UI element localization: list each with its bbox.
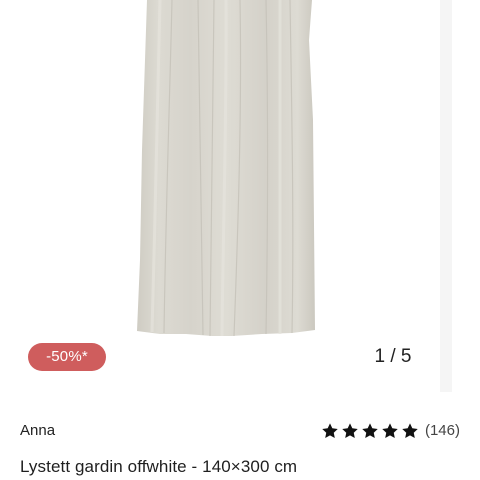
discount-badge: -50%* [28,343,106,371]
curtain-product-image [137,0,315,337]
product-title: Lystett gardin offwhite - 140×300 cm [20,457,298,476]
product-brand[interactable]: Anna [20,422,55,440]
star-icon [402,423,418,439]
star-icon [322,423,338,439]
rating-stars [321,422,419,440]
star-icon [342,423,358,439]
gallery-slide[interactable]: -50%* 1 / 5 [0,0,440,392]
image-counter: 1 / 5 [374,346,412,367]
product-image-gallery[interactable]: -50%* 1 / 5 [0,0,480,392]
product-info: Anna (146) Lystett gardin offwhite - 140… [0,392,480,480]
star-icon [362,423,378,439]
star-icon [382,423,398,439]
review-count: (146) [424,422,460,439]
next-slide-peek[interactable] [452,0,480,392]
product-rating[interactable]: (146) [321,421,460,441]
